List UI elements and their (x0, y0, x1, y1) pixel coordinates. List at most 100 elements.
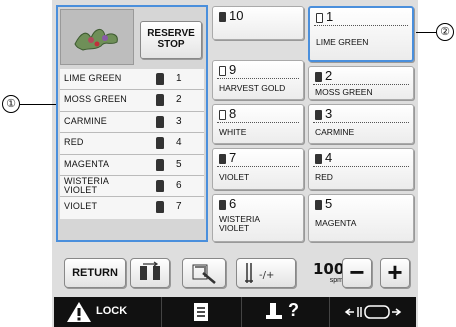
help-button[interactable]: ? (242, 297, 330, 327)
thread-label: WISTERIA VIOLET (219, 214, 261, 233)
spool-icon (156, 179, 164, 192)
thread-label: MOSS GREEN (315, 87, 373, 97)
svg-text:-/+: -/+ (259, 270, 274, 281)
thread-name: CARMINE (64, 115, 107, 126)
help-label: ? (288, 300, 299, 320)
spool-icon (315, 110, 322, 120)
thread-name: MOSS GREEN (64, 94, 128, 105)
list-item: LIME GREEN 1 (60, 69, 204, 91)
thread-name: RED (64, 137, 84, 148)
thread-number: 4 (325, 150, 333, 165)
callout-2: ② (436, 23, 454, 41)
thread-button-3[interactable]: 3 CARMINE (308, 104, 414, 144)
divider (314, 25, 408, 26)
thread-name: MAGENTA (64, 158, 110, 169)
spool-icon (219, 200, 226, 210)
thread-label: RED (315, 172, 333, 182)
thread-number: 7 (176, 201, 182, 213)
spool-icon (156, 201, 164, 214)
return-button[interactable]: RETURN (64, 258, 126, 288)
thread-number: 8 (229, 106, 237, 121)
spool-icon (156, 158, 164, 171)
thread-label: LIME GREEN (316, 37, 369, 47)
speed-decrease-button[interactable]: − (342, 258, 372, 288)
thread-button-4[interactable]: 4 RED (308, 148, 414, 190)
thread-label: CARMINE (315, 127, 355, 137)
divider (313, 84, 409, 85)
thread-number: 2 (176, 94, 182, 106)
frame-move-button[interactable] (330, 297, 416, 327)
thread-label: WHITE (219, 127, 247, 137)
thread-number: 6 (229, 196, 237, 211)
divider (217, 166, 299, 167)
thread-number: 7 (229, 150, 237, 165)
list-item: CARMINE 3 (60, 111, 204, 134)
thread-number: 1 (176, 73, 182, 84)
thread-name: WISTERIA VIOLET (64, 175, 110, 195)
thread-number: 3 (176, 115, 182, 127)
thread-number: 5 (176, 158, 182, 170)
thread-button-6[interactable]: 6 WISTERIA VIOLET (212, 194, 304, 242)
thread-button-7[interactable]: 7 VIOLET (212, 148, 304, 190)
thread-button-5[interactable]: 5 MAGENTA (308, 194, 414, 242)
divider (313, 122, 409, 123)
spool-swap-icon (140, 261, 160, 280)
spool-icon (219, 66, 226, 76)
callout-1-line (20, 104, 56, 105)
color-change-button[interactable] (182, 258, 226, 288)
warning-icon (67, 302, 91, 322)
spool-icon (156, 73, 164, 85)
list-item: VIOLET 7 (60, 197, 204, 219)
callout-1: ① (2, 95, 20, 113)
thread-list-panel: RESERVE STOP LIME GREEN 1 MOSS GREEN 2 C… (56, 5, 208, 242)
thread-button-2[interactable]: 2 MOSS GREEN (308, 66, 414, 100)
thread-button-1[interactable]: 1 LIME GREEN (308, 6, 414, 62)
spool-icon (315, 154, 322, 164)
lock-button[interactable]: LOCK (54, 297, 162, 327)
thread-number: 4 (176, 137, 182, 149)
thread-label: MAGENTA (315, 218, 357, 228)
bottom-bar: LOCK ? (54, 297, 416, 327)
color-palette-icon (192, 264, 216, 284)
spool-icon (219, 12, 226, 22)
spool-icon (316, 13, 323, 23)
thread-name: LIME GREEN (64, 73, 122, 83)
frame-move-icon (344, 305, 402, 319)
thread-label: HARVEST GOLD (219, 83, 286, 93)
divider (313, 166, 409, 167)
thread-number: 2 (325, 68, 333, 83)
thread-tension-icon: -/+ (245, 263, 274, 283)
spool-icon (219, 154, 226, 164)
thread-number: 1 (326, 9, 334, 24)
document-list-icon (194, 303, 208, 321)
speed-unit: spm (329, 277, 343, 284)
divider (217, 78, 299, 79)
spool-icon (156, 137, 164, 150)
reserve-stop-button[interactable]: RESERVE STOP (140, 21, 202, 59)
spool-icon (156, 115, 164, 128)
spool-icon (315, 200, 322, 210)
embroidery-preview (60, 9, 134, 65)
spool-icon (315, 72, 322, 82)
callout-2-line (416, 32, 436, 33)
spool-icon (156, 94, 164, 107)
thread-list: LIME GREEN 1 MOSS GREEN 2 CARMINE 3 RED … (60, 69, 204, 219)
thread-button-8[interactable]: 8 WHITE (212, 104, 304, 144)
thread-number: 5 (325, 196, 333, 211)
speed-increase-button[interactable]: + (380, 258, 410, 288)
thread-sort-button[interactable] (130, 258, 170, 288)
spool-icon (219, 110, 226, 120)
embroidery-settings-button[interactable] (162, 297, 242, 327)
thread-number: 3 (325, 106, 333, 121)
speed-value: 1000 (313, 260, 355, 278)
tension-button[interactable]: -/+ (236, 258, 296, 288)
divider (217, 122, 299, 123)
thread-name: VIOLET (64, 201, 98, 212)
thread-number: 6 (176, 179, 182, 191)
list-item: MOSS GREEN 2 (60, 90, 204, 112)
list-item: WISTERIA VIOLET 6 (60, 175, 204, 198)
thread-label: VIOLET (219, 172, 250, 182)
list-item: MAGENTA 5 (60, 154, 204, 176)
thread-button-10[interactable]: 10 (212, 6, 304, 40)
thread-button-9[interactable]: 9 HARVEST GOLD (212, 60, 304, 100)
